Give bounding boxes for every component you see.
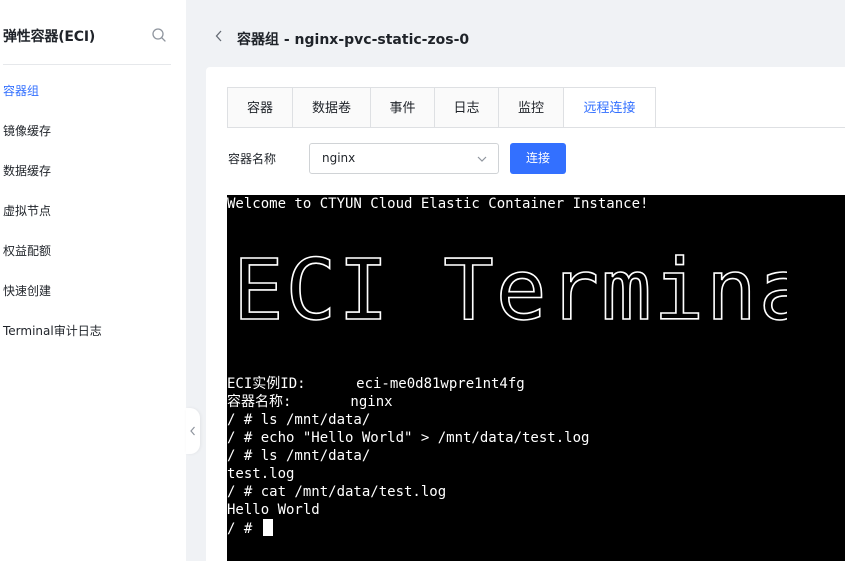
terminal-cursor: [262, 519, 273, 536]
terminal-welcome-line: Welcome to CTYUN Cloud Elastic Container…: [227, 196, 649, 212]
tab-events[interactable]: 事件: [370, 87, 435, 128]
tab-remote-connect[interactable]: 远程连接: [563, 87, 656, 128]
tab-volumes[interactable]: 数据卷: [292, 87, 371, 128]
sidebar-item-quick-create[interactable]: 快速创建: [0, 271, 186, 311]
terminal-ascii-banner: ECI Terminal: [232, 240, 787, 333]
terminal-line: / # ls /mnt/data/: [227, 412, 371, 428]
chevron-down-icon: [477, 156, 487, 162]
sidebar-item-terminal-audit-log[interactable]: Terminal审计日志: [0, 311, 186, 351]
terminal-banner-text: ECI Terminal: [233, 241, 787, 333]
sidebar-nav: 容器组 镜像缓存 数据缓存 虚拟节点 权益配额 快速创建 Terminal审计日…: [0, 71, 186, 351]
terminal-line: / # ls /mnt/data/: [227, 448, 371, 464]
terminal[interactable]: Welcome to CTYUN Cloud Elastic Container…: [227, 195, 845, 561]
sidebar-item-container-group[interactable]: 容器组: [0, 71, 186, 111]
terminal-line: 容器名称: nginx: [227, 394, 393, 410]
sidebar-title: 弹性容器(ECI): [3, 29, 96, 45]
container-select[interactable]: nginx: [309, 143, 499, 174]
sidebar-item-virtual-node[interactable]: 虚拟节点: [0, 191, 186, 231]
sidebar-item-quota[interactable]: 权益配额: [0, 231, 186, 271]
tab-divider: [227, 127, 845, 128]
tab-monitoring[interactable]: 监控: [498, 87, 564, 128]
terminal-prompt-line: / #: [227, 519, 273, 537]
sidebar: 弹性容器(ECI) 容器组 镜像缓存 数据缓存 虚拟节点 权益配额 快速创建 T…: [0, 0, 186, 561]
back-arrow-icon[interactable]: [214, 29, 224, 43]
page-title: 容器组 - nginx-pvc-static-zos-0: [237, 32, 470, 48]
connect-button[interactable]: 连接: [510, 143, 566, 174]
terminal-line: / # echo "Hello World" > /mnt/data/test.…: [227, 430, 590, 446]
sidebar-item-image-cache[interactable]: 镜像缓存: [0, 111, 186, 151]
terminal-line: ECI实例ID: eci-me0d81wpre1nt4fg: [227, 376, 525, 392]
terminal-prompt: / #: [227, 521, 261, 537]
tab-bar: 容器 数据卷 事件 日志 监控 远程连接: [227, 87, 656, 128]
sidebar-collapse-handle[interactable]: [186, 408, 200, 454]
container-name-label: 容器名称: [228, 152, 277, 166]
detail-card: 容器 数据卷 事件 日志 监控 远程连接 容器名称 nginx 连接 Welco…: [206, 67, 845, 561]
sidebar-item-data-cache[interactable]: 数据缓存: [0, 151, 186, 191]
search-icon[interactable]: [151, 27, 167, 43]
tab-logs[interactable]: 日志: [434, 87, 499, 128]
page-header: 容器组 - nginx-pvc-static-zos-0: [206, 14, 845, 60]
chevron-left-icon: [190, 426, 195, 436]
terminal-line: test.log: [227, 466, 295, 482]
terminal-line: Hello World: [227, 502, 320, 518]
sidebar-header: 弹性容器(ECI): [3, 0, 171, 65]
tab-container[interactable]: 容器: [227, 87, 293, 128]
container-select-value: nginx: [322, 151, 356, 165]
terminal-line: / # cat /mnt/data/test.log: [227, 484, 447, 500]
